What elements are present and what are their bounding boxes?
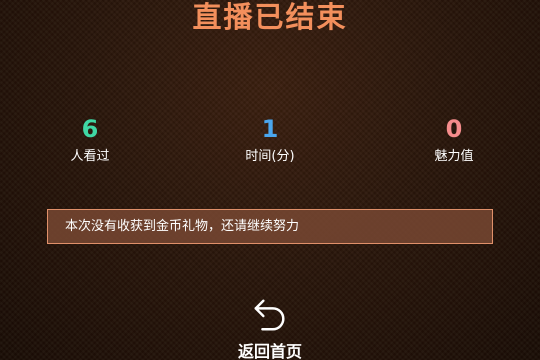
duration-value: 1: [261, 115, 279, 143]
viewers-label: 人看过: [70, 149, 110, 164]
duration-label: 时间(分): [245, 149, 295, 164]
return-home-label: 返回首页: [237, 342, 302, 360]
charm-label: 魅力值: [434, 149, 474, 164]
gift-notice-banner: 本次没有收获到金币礼物，还请继续努力: [47, 209, 493, 244]
viewers-count: 6: [81, 115, 99, 143]
charm-value: 0: [445, 115, 463, 143]
return-arrow-icon: [254, 299, 285, 331]
charm-stat: 0 魅力值: [394, 114, 514, 165]
stats-panel: 6 人看过 1 时间(分) 0 魅力值: [0, 114, 540, 174]
page-title: 直播已结束: [192, 0, 348, 34]
return-home-button[interactable]: 返回首页: [215, 296, 325, 360]
viewers-stat: 6 人看过: [30, 114, 150, 165]
duration-stat: 1 时间(分): [210, 114, 330, 165]
